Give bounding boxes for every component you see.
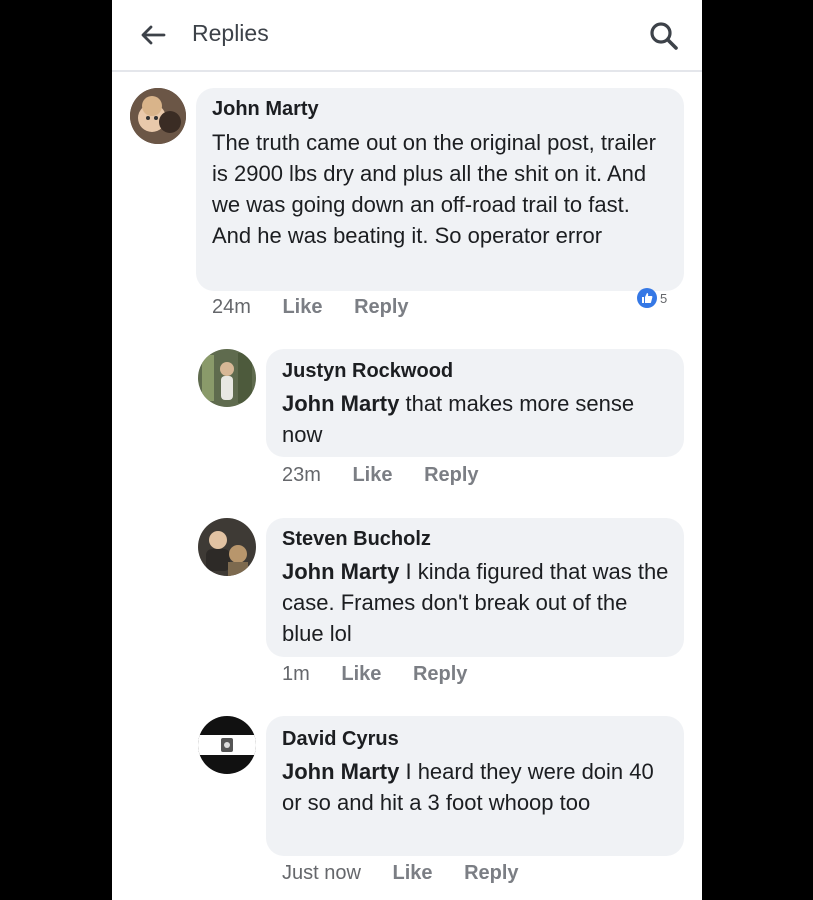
comment-time: 1m bbox=[282, 663, 310, 685]
comment-text: John Marty I heard they were doin 40 or … bbox=[282, 759, 654, 815]
like-button[interactable]: Like bbox=[341, 663, 381, 686]
comment-author[interactable]: John Marty bbox=[212, 98, 319, 121]
avatar[interactable] bbox=[130, 88, 186, 144]
comment-author[interactable]: Justyn Rockwood bbox=[282, 360, 453, 383]
search-icon[interactable] bbox=[648, 20, 680, 52]
like-button[interactable]: Like bbox=[393, 862, 433, 885]
reply-button[interactable]: Reply bbox=[464, 862, 518, 885]
mention-link[interactable]: John Marty bbox=[282, 391, 399, 416]
comment-time: 23m bbox=[282, 464, 321, 486]
replies-screen: Replies John Marty The truth came out on… bbox=[112, 0, 702, 900]
comment-time: Just now bbox=[282, 862, 361, 884]
comment-meta: 24m Like Reply bbox=[212, 296, 409, 319]
comment-time: 24m bbox=[212, 296, 251, 318]
comment-author[interactable]: David Cyrus bbox=[282, 728, 399, 751]
comment-meta: 23m Like Reply bbox=[282, 464, 479, 487]
back-arrow-icon[interactable] bbox=[138, 20, 168, 50]
mention-link[interactable]: John Marty bbox=[282, 559, 399, 584]
avatar[interactable] bbox=[198, 518, 256, 576]
page-title: Replies bbox=[192, 20, 269, 46]
reply-button[interactable]: Reply bbox=[413, 663, 467, 686]
reaction-summary[interactable]: 5 bbox=[637, 287, 667, 309]
mention-link[interactable]: John Marty bbox=[282, 759, 399, 784]
comment-text: John Marty I kinda figured that was the … bbox=[282, 559, 669, 646]
like-button[interactable]: Like bbox=[352, 464, 392, 487]
like-button[interactable]: Like bbox=[282, 296, 322, 319]
avatar[interactable] bbox=[198, 349, 256, 407]
reaction-count: 5 bbox=[660, 290, 668, 306]
comment-text: The truth came out on the original post,… bbox=[212, 130, 656, 248]
reply-button[interactable]: Reply bbox=[424, 464, 478, 487]
thumbs-up-icon bbox=[637, 288, 657, 308]
comment-meta: 1m Like Reply bbox=[282, 663, 467, 686]
top-bar: Replies bbox=[112, 0, 702, 72]
reply-button[interactable]: Reply bbox=[354, 296, 408, 319]
comment-text: John Marty that makes more sense now bbox=[282, 391, 635, 447]
comment-meta: Just now Like Reply bbox=[282, 862, 519, 885]
comment-author[interactable]: Steven Bucholz bbox=[282, 528, 431, 551]
avatar[interactable] bbox=[198, 716, 256, 774]
